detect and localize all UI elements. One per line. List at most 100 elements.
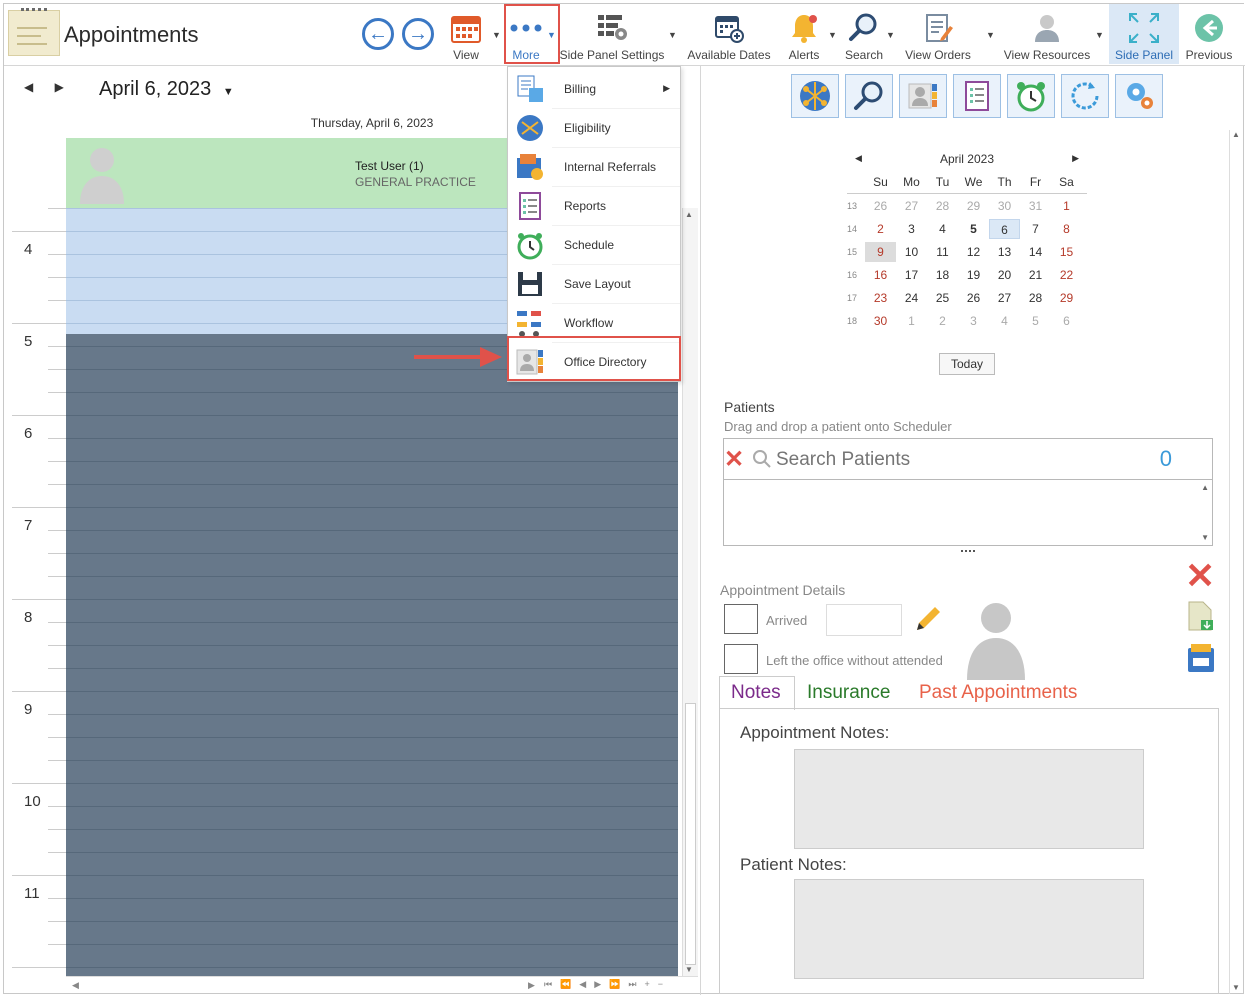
delete-icon[interactable]: ✕ [1185, 558, 1215, 594]
calendar-day[interactable]: 25 [927, 288, 958, 308]
calendar-day[interactable]: 15 [1051, 242, 1082, 262]
calendar-day[interactable]: 1 [1051, 196, 1082, 216]
calendar-day[interactable]: 12 [958, 242, 989, 262]
side-panel-settings-button[interactable]: Side Panel Settings [560, 4, 664, 66]
appointment-notes-field[interactable] [794, 749, 1144, 849]
search-button[interactable]: Search [842, 4, 886, 66]
tab-notes[interactable]: Notes [731, 682, 781, 704]
next-month-icon[interactable]: ▶ [1072, 153, 1079, 164]
calendar-day[interactable]: 11 [927, 242, 958, 262]
tab-past-appointments[interactable]: Past Appointments [919, 682, 1077, 704]
contact-card-icon[interactable] [899, 74, 947, 118]
view-orders-button[interactable]: View Orders [902, 4, 974, 66]
calendar-day[interactable]: 6 [1051, 311, 1082, 331]
menu-item-internal-referrals[interactable]: Internal Referrals [508, 147, 680, 186]
view-resources-dropdown-icon[interactable]: ▼ [1095, 30, 1104, 40]
left-office-checkbox[interactable] [724, 644, 758, 674]
previous-button[interactable]: Previous [1184, 4, 1234, 66]
menu-item-save-layout[interactable]: Save Layout [508, 264, 680, 303]
search-input[interactable] [776, 447, 1136, 473]
calendar-day[interactable]: 10 [896, 242, 927, 262]
calendar-day[interactable]: 6 [989, 218, 1020, 239]
forward-arrow-icon[interactable]: → [402, 18, 434, 50]
side-panel-button[interactable]: Side Panel [1109, 4, 1179, 66]
patient-search-box[interactable]: ✕ 0 [723, 438, 1213, 480]
scheduler-hscrollbar[interactable]: ◀ ▶ ⏮⏪◀▶⏩⏭+− [66, 976, 698, 992]
calendar-day[interactable]: 8 [1051, 219, 1082, 239]
gear-icon[interactable] [1115, 74, 1163, 118]
calendar-day[interactable]: 1 [896, 311, 927, 331]
network-icon[interactable] [791, 74, 839, 118]
calendar-day[interactable]: 16 [865, 265, 896, 285]
document-download-icon[interactable] [1185, 600, 1215, 632]
side-panel-settings-dropdown-icon[interactable]: ▼ [668, 30, 677, 40]
pencil-icon[interactable] [911, 602, 945, 636]
calendar-day[interactable]: 23 [865, 288, 896, 308]
list-scroll-up-icon[interactable]: ▲ [1201, 483, 1209, 492]
calendar-day[interactable]: 3 [896, 219, 927, 239]
splitter-handle[interactable] [961, 550, 975, 552]
view-orders-dropdown-icon[interactable]: ▼ [986, 30, 995, 40]
calendar-day[interactable]: 5 [958, 219, 989, 239]
available-dates-button[interactable]: Available Dates [686, 4, 772, 66]
clear-search-icon[interactable]: ✕ [724, 445, 744, 474]
calendar-day[interactable]: 18 [927, 265, 958, 285]
calendar-day[interactable]: 27 [989, 288, 1020, 308]
calendar-day[interactable]: 2 [865, 219, 896, 239]
calendar-day[interactable]: 31 [1020, 196, 1051, 216]
today-button[interactable]: Today [939, 353, 995, 375]
calendar-day[interactable]: 4 [989, 311, 1020, 331]
calendar-day[interactable]: 19 [958, 265, 989, 285]
calendar-day[interactable]: 27 [896, 196, 927, 216]
next-day-icon[interactable]: ▶ [55, 80, 64, 94]
calendar-day[interactable]: 24 [896, 288, 927, 308]
calendar-day[interactable]: 30 [865, 311, 896, 331]
calendar-day[interactable]: 2 [927, 311, 958, 331]
arrived-checkbox[interactable] [724, 604, 758, 634]
scheduler-vscrollbar[interactable]: ▲ ▼ [682, 208, 698, 976]
current-date[interactable]: April 6, 2023 ▼ [99, 78, 234, 101]
tab-insurance[interactable]: Insurance [807, 682, 890, 704]
refresh-icon[interactable] [1061, 74, 1109, 118]
calendar-day[interactable]: 22 [1051, 265, 1082, 285]
calendar-day[interactable]: 29 [958, 196, 989, 216]
prev-month-icon[interactable]: ◀ [855, 153, 862, 164]
calendar-day[interactable]: 21 [1020, 265, 1051, 285]
list-scroll-down-icon[interactable]: ▼ [1201, 533, 1209, 542]
calendar-day[interactable]: 30 [989, 196, 1020, 216]
side-panel-vscrollbar[interactable]: ▲ ▼ [1229, 130, 1243, 994]
calendar-day[interactable]: 7 [1020, 219, 1051, 239]
menu-item-billing[interactable]: Billing ▶ [508, 69, 680, 108]
calendar-day[interactable]: 28 [1020, 288, 1051, 308]
calendar-day[interactable]: 9 [865, 241, 896, 262]
menu-item-eligibility[interactable]: Eligibility [508, 108, 680, 147]
alerts-button[interactable]: Alerts [784, 4, 824, 66]
calendar-day[interactable]: 26 [958, 288, 989, 308]
calendar-day[interactable]: 13 [989, 242, 1020, 262]
menu-item-schedule[interactable]: Schedule [508, 225, 680, 264]
arrived-time-field[interactable] [826, 604, 902, 636]
search-dropdown-icon[interactable]: ▼ [886, 30, 895, 40]
patients-list[interactable]: ▲ ▼ [723, 480, 1213, 546]
checklist-icon[interactable] [953, 74, 1001, 118]
view-button[interactable]: View [444, 4, 488, 66]
back-arrow-icon[interactable]: ← [362, 18, 394, 50]
alarm-clock-icon[interactable] [1007, 74, 1055, 118]
archive-icon[interactable] [1185, 642, 1217, 674]
calendar-day[interactable]: 17 [896, 265, 927, 285]
alerts-dropdown-icon[interactable]: ▼ [828, 30, 837, 40]
patient-notes-field[interactable] [794, 879, 1144, 979]
calendar-day[interactable]: 3 [958, 311, 989, 331]
calendar-day[interactable]: 28 [927, 196, 958, 216]
calendar-day[interactable]: 26 [865, 196, 896, 216]
magnifier-icon[interactable] [845, 74, 893, 118]
calendar-day[interactable]: 29 [1051, 288, 1082, 308]
view-dropdown-icon[interactable]: ▼ [492, 30, 501, 40]
view-resources-button[interactable]: View Resources [1002, 4, 1092, 66]
menu-item-reports[interactable]: Reports [508, 186, 680, 225]
calendar-day[interactable]: 4 [927, 219, 958, 239]
prev-day-icon[interactable]: ◀ [24, 80, 33, 94]
calendar-day[interactable]: 14 [1020, 242, 1051, 262]
calendar-day[interactable]: 20 [989, 265, 1020, 285]
calendar-day[interactable]: 5 [1020, 311, 1051, 331]
